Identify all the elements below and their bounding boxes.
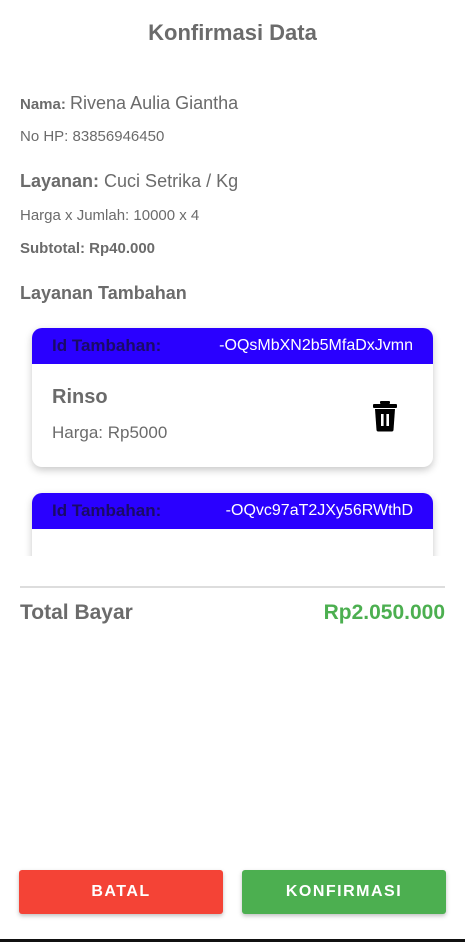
confirm-button[interactable]: KONFIRMASI: [242, 870, 446, 914]
price-quantity: Harga x Jumlah: 10000 x 4: [20, 207, 200, 224]
trash-icon[interactable]: [372, 400, 398, 432]
name-value: Rivena Aulia Giantha: [70, 93, 239, 113]
extra-id-value: -OQvc97aT2JXy56RWthD: [225, 502, 413, 519]
extra-name: Rinso: [52, 386, 108, 408]
subtotal: Subtotal: Rp40.000: [20, 240, 156, 257]
extra-card-body: Rinso Harga: Rp5000: [32, 364, 433, 443]
total-label: Total Bayar: [20, 601, 133, 624]
cancel-button[interactable]: BATAL: [19, 870, 223, 914]
service-row: Layanan: Cuci Setrika / Kg: [20, 171, 238, 192]
extra-card: Id Tambahan: -OQsMbXN2b5MfaDxJvmn Rinso …: [32, 328, 433, 467]
total-value: Rp2.050.000: [323, 601, 445, 624]
extra-id-label: Id Tambahan:: [52, 336, 162, 355]
extra-card-body: [32, 529, 433, 551]
extras-list[interactable]: Id Tambahan: -OQsMbXN2b5MfaDxJvmn Rinso …: [0, 318, 465, 556]
extra-card-header: Id Tambahan: -OQsMbXN2b5MfaDxJvmn: [32, 328, 433, 364]
extra-id-label: Id Tambahan:: [52, 501, 162, 520]
service-label: Layanan:: [20, 171, 100, 191]
customer-name: Nama: Rivena Aulia Giantha: [20, 93, 238, 114]
service-value: Cuci Setrika / Kg: [104, 171, 239, 191]
page-title: Konfirmasi Data: [148, 20, 317, 45]
extra-card: Id Tambahan: -OQvc97aT2JXy56RWthD: [32, 493, 433, 556]
extra-id-value: -OQsMbXN2b5MfaDxJvmn: [219, 337, 413, 354]
extra-price: Harga: Rp5000: [52, 423, 168, 442]
customer-phone: No HP: 83856946450: [20, 128, 165, 145]
extra-card-header: Id Tambahan: -OQvc97aT2JXy56RWthD: [32, 493, 433, 529]
extras-heading: Layanan Tambahan: [20, 283, 187, 303]
divider: [20, 586, 445, 588]
name-label: Nama:: [20, 96, 66, 113]
